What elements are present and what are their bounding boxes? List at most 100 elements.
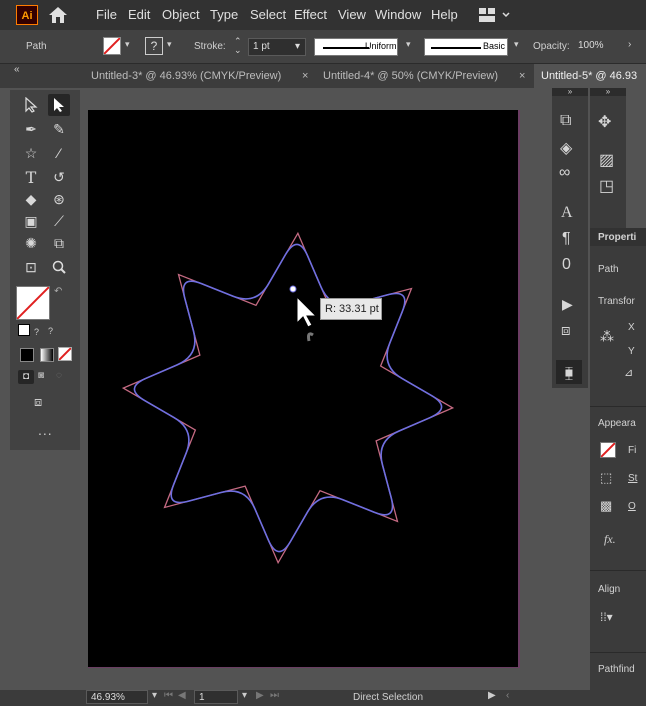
pathfinder-label: Pathfind bbox=[598, 664, 635, 675]
fill-color-swatch[interactable] bbox=[16, 286, 50, 320]
color-mode-icon[interactable] bbox=[20, 348, 34, 362]
home-icon[interactable] bbox=[48, 6, 68, 24]
tab-untitled-4[interactable]: Untitled-4* @ 50% (CMYK/Preview) × bbox=[316, 64, 534, 88]
chevron-down-icon[interactable]: ▾ bbox=[514, 39, 519, 50]
artboard-tool-icon[interactable]: ⊡ bbox=[20, 256, 42, 278]
layers-icon[interactable]: ◈ bbox=[560, 138, 572, 158]
collapse-panels-icon[interactable]: « bbox=[14, 64, 20, 75]
play-action-icon[interactable]: ▶ bbox=[562, 296, 573, 313]
stroke-label[interactable]: St bbox=[628, 473, 637, 484]
brush-definition[interactable]: Basic bbox=[424, 38, 508, 56]
opentype-icon[interactable]: 0 bbox=[562, 256, 571, 274]
status-menu-icon[interactable]: ▶ bbox=[488, 690, 496, 701]
chevron-down-icon[interactable]: ▾ bbox=[242, 690, 247, 701]
type-tool-icon[interactable]: T bbox=[20, 166, 42, 188]
warp-tool-icon[interactable]: ⊛ bbox=[48, 188, 70, 210]
menu-view[interactable]: View bbox=[338, 7, 366, 22]
fill-question-icon[interactable]: ? bbox=[48, 326, 53, 336]
star-outline[interactable] bbox=[121, 231, 455, 565]
selection-tool-icon[interactable] bbox=[20, 94, 42, 116]
fx-icon[interactable]: fx. bbox=[604, 532, 616, 547]
menu-window[interactable]: Window bbox=[375, 7, 421, 22]
next-artboard-icon[interactable]: ▶ bbox=[256, 690, 264, 701]
zoom-select[interactable]: 46.93% bbox=[86, 690, 148, 704]
artboard[interactable] bbox=[88, 110, 520, 668]
appearance-fill-swatch[interactable] bbox=[600, 442, 616, 458]
opacity-input[interactable]: 100% bbox=[574, 38, 620, 56]
stroke-weight-select[interactable]: 1 pt ▾ bbox=[248, 38, 306, 56]
fill-swatch[interactable] bbox=[103, 37, 121, 55]
menu-help[interactable]: Help bbox=[431, 7, 458, 22]
artboards-icon[interactable]: ⧉ bbox=[560, 112, 571, 130]
close-icon[interactable]: × bbox=[519, 64, 525, 88]
swap-colors-icon[interactable]: ↶ bbox=[54, 286, 62, 297]
reference-point-icon[interactable]: ⁂ bbox=[600, 328, 614, 345]
export-icon[interactable]: ⧈ bbox=[561, 322, 571, 339]
anchor-point[interactable] bbox=[289, 285, 297, 293]
curvature-tool-icon[interactable]: ✎ bbox=[48, 118, 70, 140]
first-artboard-icon[interactable]: ⏮ bbox=[164, 690, 173, 701]
menu-select[interactable]: Select bbox=[250, 7, 286, 22]
previous-artboard-icon[interactable]: ◀ bbox=[178, 690, 186, 701]
rounded-star-outline[interactable] bbox=[133, 243, 443, 553]
stroke-question-icon[interactable]: ? bbox=[34, 327, 39, 337]
star-tool-icon[interactable]: ☆ bbox=[20, 142, 42, 164]
document-tab-bar: « Untitled-3* @ 46.93% (CMYK/Preview) × … bbox=[0, 64, 646, 88]
artboard-number-select[interactable]: 1 bbox=[194, 690, 238, 704]
scroll-left-icon[interactable]: ‹ bbox=[506, 690, 509, 701]
paragraph-icon[interactable]: ¶ bbox=[562, 230, 571, 248]
last-artboard-icon[interactable]: ⏭ bbox=[270, 690, 279, 701]
asset-export-icon[interactable]: ◳ bbox=[599, 176, 614, 196]
path-label: Path bbox=[598, 264, 619, 275]
workspace-switcher-icon[interactable] bbox=[479, 8, 511, 22]
menu-file[interactable]: File bbox=[96, 7, 117, 22]
collapse-dock-icon[interactable]: » bbox=[552, 88, 588, 96]
default-colors-icon[interactable] bbox=[18, 324, 30, 336]
draw-behind-icon[interactable]: ◙ bbox=[38, 370, 44, 381]
close-icon[interactable]: × bbox=[302, 64, 308, 88]
rounded-star-path[interactable] bbox=[133, 243, 443, 553]
chevron-right-icon[interactable]: › bbox=[628, 39, 631, 50]
stepper-icon[interactable]: ⌃ ⌄ bbox=[234, 37, 242, 55]
eraser-tool-icon[interactable]: ◆ bbox=[20, 188, 42, 210]
chevron-down-icon[interactable]: ▾ bbox=[406, 39, 411, 50]
screen-mode-icon[interactable]: ⧈ bbox=[34, 394, 42, 410]
gradient-mode-icon[interactable] bbox=[40, 348, 54, 362]
star-shape[interactable] bbox=[121, 231, 455, 565]
variable-width-profile[interactable]: Uniform bbox=[314, 38, 398, 56]
links-icon[interactable]: ∞ bbox=[559, 164, 570, 182]
menu-effect[interactable]: Effect bbox=[294, 7, 327, 22]
align-options-icon[interactable]: ⁞⁞▾ bbox=[600, 610, 613, 624]
draw-inside-icon[interactable]: ◌ bbox=[56, 370, 62, 381]
collapse-dock-icon[interactable]: » bbox=[590, 88, 626, 96]
chevron-down-icon[interactable]: ▾ bbox=[125, 39, 130, 50]
none-mode-icon[interactable] bbox=[58, 347, 72, 361]
stroke-swatch[interactable]: ? bbox=[145, 37, 163, 55]
puppet-warp-icon[interactable]: ✥ bbox=[598, 112, 611, 132]
stroke-swatch-icon[interactable]: ⬚ bbox=[600, 470, 612, 486]
image-trace-icon[interactable]: ▨ bbox=[599, 150, 614, 170]
zoom-tool-icon[interactable] bbox=[48, 256, 70, 278]
character-icon[interactable]: A bbox=[561, 204, 573, 222]
menu-edit[interactable]: Edit bbox=[128, 7, 150, 22]
properties-panel-title[interactable]: Properti bbox=[598, 232, 636, 243]
gradient-tool-icon[interactable]: ▣ bbox=[20, 210, 42, 232]
more-tools-icon[interactable]: ... bbox=[38, 422, 53, 438]
pen-tool-icon[interactable]: ✒ bbox=[20, 118, 42, 140]
libraries-icon[interactable]: ⧯ bbox=[556, 360, 582, 384]
chevron-down-icon[interactable]: ▾ bbox=[167, 39, 172, 50]
rotate-tool-icon[interactable]: ↺ bbox=[48, 166, 70, 188]
tab-untitled-5[interactable]: Untitled-5* @ 46.93 bbox=[534, 64, 646, 88]
menu-type[interactable]: Type bbox=[210, 7, 238, 22]
symbol-sprayer-tool-icon[interactable]: ✺ bbox=[20, 232, 42, 254]
opacity-checker-icon[interactable]: ▩ bbox=[600, 498, 612, 514]
shape-builder-tool-icon[interactable]: ⧉ bbox=[48, 232, 70, 254]
paintbrush-tool-icon[interactable]: ⁄ bbox=[48, 142, 70, 164]
opacity-label[interactable]: O bbox=[628, 501, 636, 512]
menu-object[interactable]: Object bbox=[162, 7, 200, 22]
eyedropper-tool-icon[interactable]: ⟋ bbox=[48, 210, 70, 232]
tab-untitled-3[interactable]: Untitled-3* @ 46.93% (CMYK/Preview) × bbox=[84, 64, 316, 88]
direct-selection-tool-icon[interactable] bbox=[48, 94, 70, 116]
chevron-down-icon[interactable]: ▾ bbox=[152, 690, 157, 701]
draw-normal-icon[interactable]: ◘ bbox=[18, 370, 34, 384]
